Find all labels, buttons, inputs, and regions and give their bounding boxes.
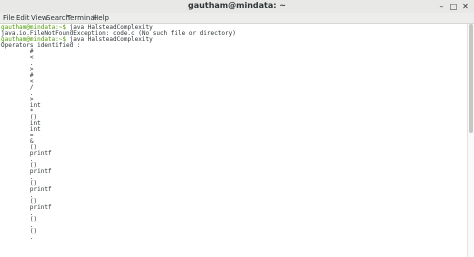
terminal-line: .: [1, 235, 34, 241]
maximize-icon[interactable]: □: [449, 2, 458, 11]
window-title: gautham@mindata: ~: [188, 1, 286, 10]
menu-help[interactable]: Help: [93, 14, 109, 22]
scrollbar-thumb[interactable]: [469, 24, 473, 133]
menu-file[interactable]: File: [3, 14, 15, 22]
terminal-text: .: [1, 234, 34, 241]
menu-edit[interactable]: Edit: [16, 14, 30, 22]
menu-bar: File Edit View Search Terminal Help: [0, 13, 474, 24]
minimize-icon[interactable]: –: [437, 2, 446, 11]
terminal-output[interactable]: gautham@mindata:~$ java HalsteadComplexi…: [0, 24, 468, 257]
close-icon[interactable]: ✕: [461, 2, 470, 11]
title-bar: gautham@mindata: ~ – □ ✕: [0, 0, 474, 14]
scrollbar[interactable]: [467, 24, 474, 257]
